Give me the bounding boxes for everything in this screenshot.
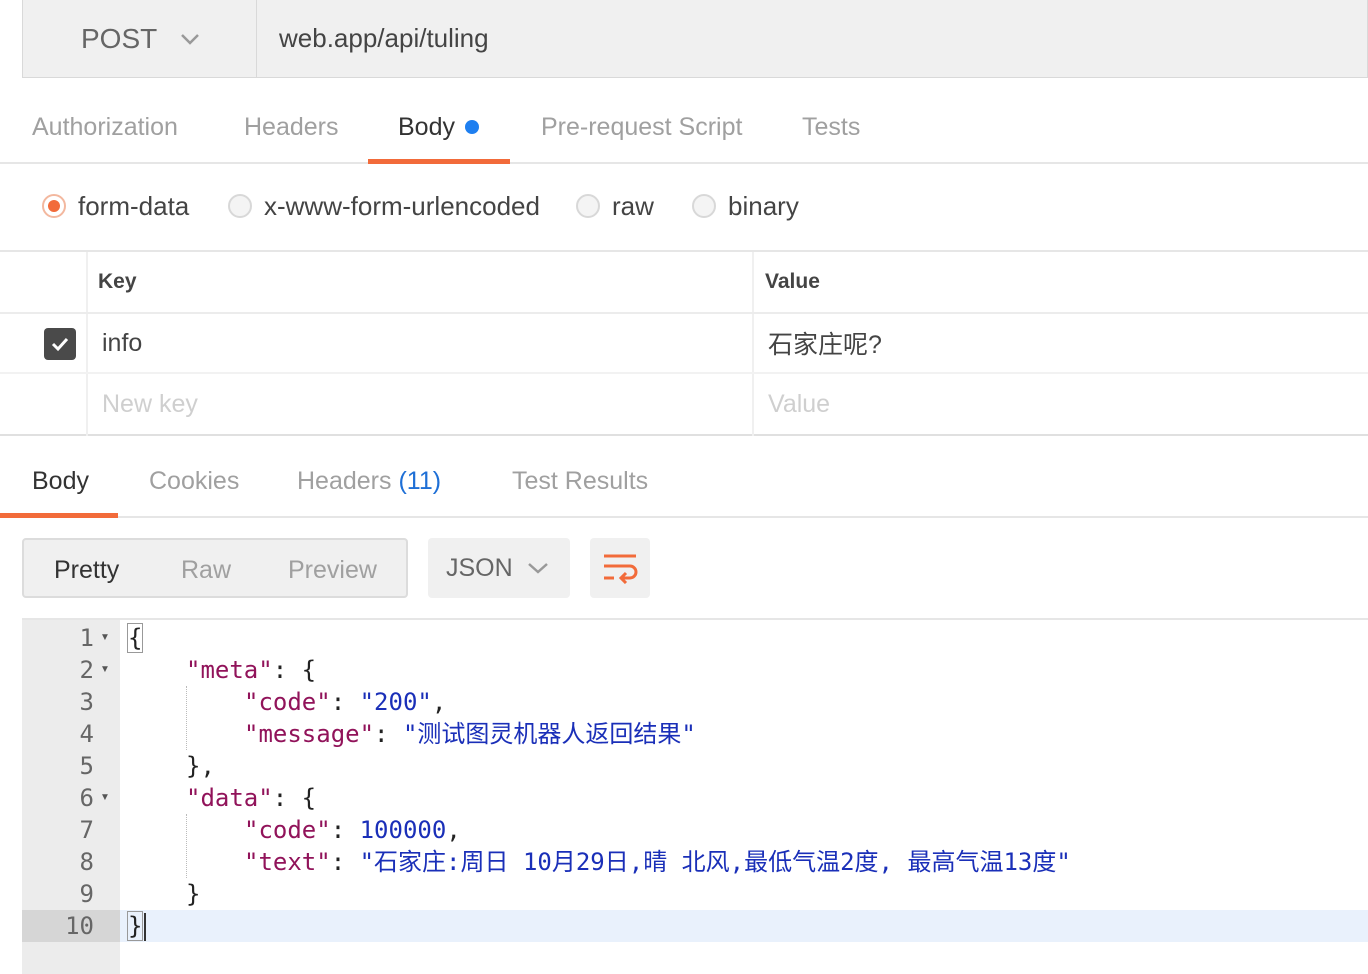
modified-dot-icon <box>464 120 479 134</box>
value-column-header: Value <box>765 270 820 293</box>
radio-unselected-icon <box>576 194 600 218</box>
chevron-down-icon <box>528 563 548 574</box>
method-select[interactable]: POST <box>23 0 257 77</box>
method-label: POST <box>81 22 158 54</box>
radio-raw[interactable]: raw <box>576 186 654 226</box>
tab-pre-request-script[interactable]: Pre-request Script <box>541 92 742 162</box>
request-url-bar: POST web.app/api/tuling <box>22 0 1368 78</box>
code-line: } <box>126 910 147 942</box>
view-mode-toggle: Pretty Raw Preview <box>22 538 408 598</box>
request-tabs: Authorization Headers Body Pre-request S… <box>0 92 1368 164</box>
url-input[interactable]: web.app/api/tuling <box>257 0 1367 77</box>
code-line: } <box>186 880 201 908</box>
tab-cookies[interactable]: Cookies <box>149 446 239 516</box>
tab-test-results[interactable]: Test Results <box>512 446 648 516</box>
text-cursor <box>144 913 147 941</box>
chevron-down-icon <box>181 33 200 45</box>
key-column-header: Key <box>98 270 137 293</box>
tab-authorization[interactable]: Authorization <box>32 92 178 162</box>
tab-body[interactable]: Body <box>368 92 510 164</box>
wrap-lines-icon <box>604 554 638 584</box>
response-body-editor[interactable]: 1 ▼ 2 ▼ 3 4 5 6 ▼ 7 8 9 10 { "meta": { "… <box>22 618 1368 974</box>
table-row: info 石家庄呢? <box>0 314 1368 374</box>
line-number: 10 <box>65 912 94 940</box>
table-row-new: New key Value <box>0 374 1368 434</box>
line-number: 2 <box>79 656 94 684</box>
params-table: Key Value info 石家庄呢? New key Value <box>0 252 1368 436</box>
active-line-highlight <box>120 910 1368 942</box>
radio-x-www-form-urlencoded[interactable]: x-www-form-urlencoded <box>228 186 540 226</box>
tab-response-headers[interactable]: Headers (11) <box>297 446 441 516</box>
new-value-input[interactable]: Value <box>768 374 830 434</box>
code-line: "message": "测试图灵机器人返回结果" <box>244 720 696 748</box>
indent-guide <box>186 814 187 878</box>
indent-guide <box>186 686 187 750</box>
row-enabled-checkbox[interactable] <box>44 328 76 360</box>
line-number: 3 <box>79 688 94 716</box>
checkmark-icon <box>51 337 69 352</box>
format-select[interactable]: JSON <box>428 538 570 598</box>
radio-selected-icon <box>42 194 66 218</box>
value-field[interactable]: 石家庄呢? <box>768 314 882 372</box>
tab-tests[interactable]: Tests <box>802 92 860 162</box>
code-line: "text": "石家庄:周日 10月29日,晴 北风,最低气温2度, 最高气温… <box>244 848 1071 876</box>
body-type-selector: form-data x-www-form-urlencoded raw bina… <box>0 164 1368 252</box>
active-tab-underline <box>0 513 118 518</box>
fold-arrow-icon[interactable]: ▼ <box>100 654 112 686</box>
view-preview-button[interactable]: Preview <box>288 556 377 585</box>
line-number: 8 <box>79 848 94 876</box>
tab-response-body[interactable]: Body <box>0 446 118 518</box>
wrap-lines-button[interactable] <box>590 538 650 598</box>
tab-headers[interactable]: Headers <box>244 92 339 162</box>
line-number: 7 <box>79 816 94 844</box>
key-field[interactable]: info <box>102 314 142 372</box>
radio-binary[interactable]: binary <box>692 186 799 226</box>
view-raw-button[interactable]: Raw <box>181 556 231 585</box>
headers-count-badge: (11) <box>398 466 442 495</box>
radio-unselected-icon <box>692 194 716 218</box>
code-line: { <box>126 623 144 653</box>
line-number: 9 <box>79 880 94 908</box>
line-number: 4 <box>79 720 94 748</box>
code-line: "code": 100000, <box>244 816 461 844</box>
fold-arrow-icon[interactable]: ▼ <box>100 622 112 654</box>
table-header-row: Key Value <box>0 252 1368 314</box>
radio-unselected-icon <box>228 194 252 218</box>
url-value: web.app/api/tuling <box>279 23 489 53</box>
fold-arrow-icon[interactable]: ▼ <box>100 782 112 814</box>
radio-form-data[interactable]: form-data <box>42 186 189 226</box>
view-pretty-button[interactable]: Pretty <box>54 556 119 585</box>
code-line: }, <box>186 752 215 780</box>
response-tabs: Body Cookies Headers (11) Test Results <box>0 446 1368 518</box>
line-number: 5 <box>79 752 94 780</box>
format-select-value: JSON <box>446 553 513 582</box>
code-line: "meta": { <box>186 656 317 684</box>
code-line: "data": { <box>186 784 317 812</box>
code-line: "code": "200", <box>244 688 447 716</box>
new-key-input[interactable]: New key <box>102 374 198 434</box>
line-number: 6 <box>79 784 94 812</box>
line-number: 1 <box>79 624 94 652</box>
